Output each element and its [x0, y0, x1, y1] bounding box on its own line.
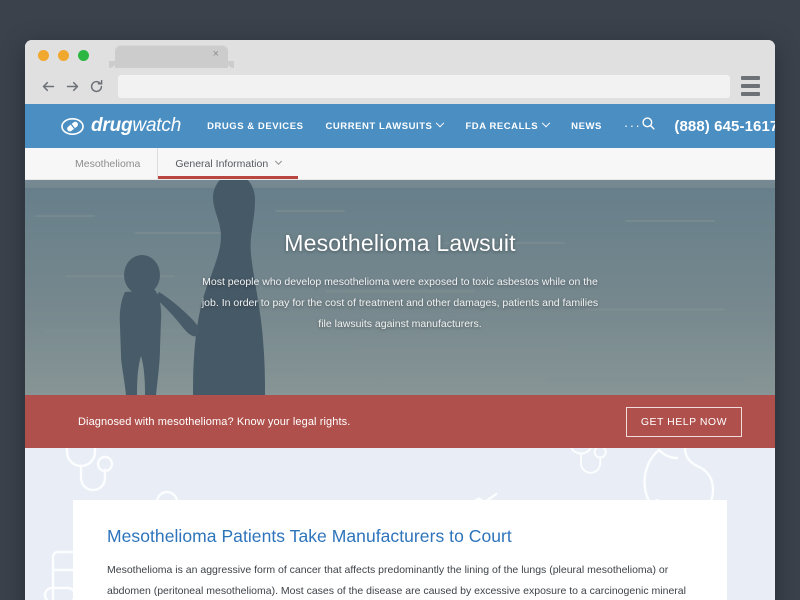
window-traffic-lights	[38, 50, 89, 61]
nav-item-label: FDA RECALLS	[465, 120, 539, 132]
site-logo-text: drugwatch	[91, 115, 181, 137]
search-icon[interactable]	[641, 116, 656, 136]
close-window-button[interactable]	[38, 50, 49, 61]
chevron-down-icon	[275, 157, 283, 165]
maximize-window-button[interactable]	[78, 50, 89, 61]
phone-number[interactable]: (888) 645-1617	[674, 118, 775, 135]
article-paragraph: Mesothelioma is an aggressive form of ca…	[107, 564, 686, 597]
forward-arrow-icon[interactable]	[60, 74, 84, 98]
nav-item-news[interactable]: NEWS	[571, 121, 602, 132]
hero-subtitle: Most people who develop mesothelioma wer…	[201, 276, 599, 330]
nav-overflow-icon[interactable]: ···	[624, 119, 642, 132]
website-viewport: drugwatch DRUGS & DEVICES CURRENT LAWSUI…	[25, 104, 775, 600]
primary-nav-links: DRUGS & DEVICES CURRENT LAWSUITS FDA REC…	[207, 118, 642, 132]
breadcrumb: Mesothelioma General Information	[25, 148, 775, 180]
drugwatch-pill-eye-icon	[61, 115, 84, 138]
address-bar[interactable]	[118, 74, 730, 98]
back-arrow-icon[interactable]	[36, 74, 60, 98]
chevron-down-icon	[436, 118, 445, 128]
page-body: Mesothelioma Patients Take Manufacturers…	[25, 448, 775, 600]
breadcrumb-item-general-information[interactable]: General Information	[157, 148, 298, 179]
cta-banner: Diagnosed with mesothelioma? Know your l…	[25, 395, 775, 448]
browser-tab[interactable]: ×	[109, 45, 234, 68]
logo-text-light: watch	[132, 115, 182, 136]
hero-banner: Mesothelioma Lawsuit Most people who dev…	[25, 180, 775, 395]
chevron-down-icon	[541, 118, 551, 128]
hamburger-menu-icon[interactable]	[738, 76, 764, 96]
breadcrumb-item-mesothelioma[interactable]: Mesothelioma	[58, 148, 157, 179]
site-logo[interactable]: drugwatch	[61, 115, 181, 138]
get-help-now-button[interactable]: GET HELP NOW	[625, 406, 742, 437]
nav-item-label: DRUGS & DEVICES	[207, 120, 304, 132]
nav-item-fda-recalls[interactable]: FDA RECALLS	[465, 118, 551, 132]
hero-content: Mesothelioma Lawsuit Most people who dev…	[25, 180, 775, 335]
hero-title: Mesothelioma Lawsuit	[284, 230, 516, 256]
tab-close-icon[interactable]: ×	[213, 49, 219, 60]
nav-item-drugs-and-devices[interactable]: DRUGS & DEVICES	[207, 121, 303, 132]
nav-item-label: CURRENT LAWSUITS	[325, 120, 433, 132]
minimize-window-button[interactable]	[58, 50, 69, 61]
cta-text: Diagnosed with mesothelioma? Know your l…	[78, 415, 351, 428]
nav-item-label: NEWS	[571, 120, 602, 132]
reload-icon[interactable]	[84, 74, 108, 98]
browser-window: × drugwatch DRUGS & DEVICES CURRENT LAWS…	[25, 40, 775, 600]
site-navigation-bar: drugwatch DRUGS & DEVICES CURRENT LAWSUI…	[25, 104, 775, 148]
article-card: Mesothelioma Patients Take Manufacturers…	[73, 500, 727, 600]
nav-item-current-lawsuits[interactable]: CURRENT LAWSUITS	[325, 118, 445, 132]
browser-tabstrip: ×	[25, 40, 775, 68]
logo-text-bold: drug	[91, 115, 133, 136]
breadcrumb-item-label: General Information	[175, 157, 269, 170]
browser-toolbar	[25, 68, 775, 104]
breadcrumb-item-label: Mesothelioma	[75, 157, 141, 170]
article-title: Mesothelioma Patients Take Manufacturers…	[107, 526, 512, 546]
nav-utilities: (888) 645-1617	[641, 116, 775, 136]
